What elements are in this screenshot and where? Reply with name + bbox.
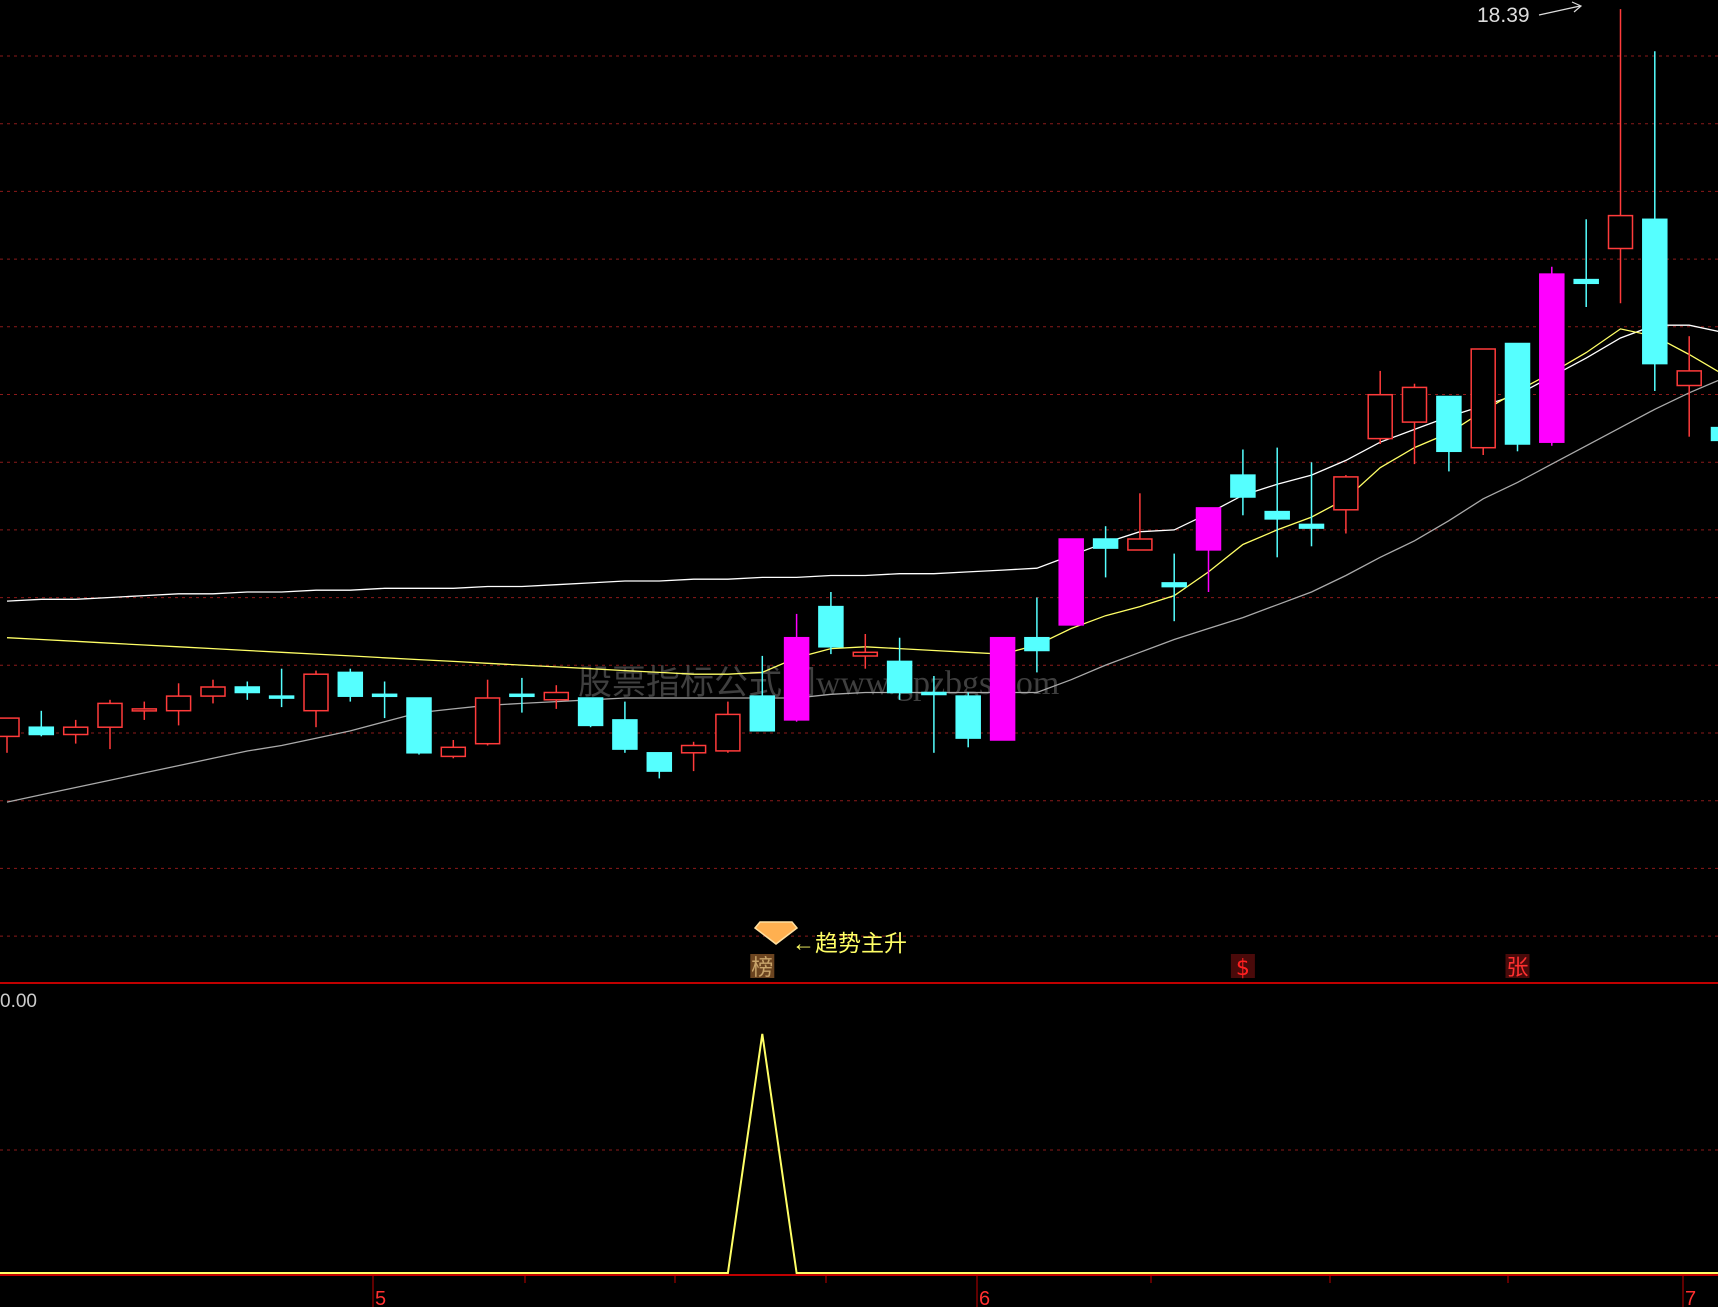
marker-label: 榜 [751,956,773,981]
candle-body [1573,278,1599,285]
candle [406,697,432,755]
candle-body [474,697,501,745]
candle-body [337,671,364,697]
candle-body [268,695,295,699]
candle-body [28,726,55,736]
watermark: 股票指标公式网www.gpzbgs.com [578,664,1059,702]
candle-body [680,744,707,754]
candle-body [543,691,570,701]
candle-body [1127,538,1153,551]
candle-body [200,686,226,697]
candle [1539,266,1565,446]
candle [337,668,364,702]
candle-body [783,636,810,721]
candle-body [1401,386,1428,423]
candle-body [406,697,432,754]
candle-body [1607,214,1634,250]
candle-body [1642,218,1668,365]
candle-body [955,695,981,739]
candle-body [62,726,89,736]
candle-body [1024,636,1050,652]
candle-body [509,693,535,698]
candle-body [1264,510,1290,520]
candle-body [131,708,158,712]
candle-body [1161,582,1187,588]
candle-body [1333,476,1359,511]
candle-body [1436,395,1462,453]
candle-body [886,660,913,694]
candle [1058,538,1084,626]
month-label-6: 6 [979,1288,990,1307]
indicator-value-label: 0.00 [0,991,37,1012]
candle-body [1298,523,1325,529]
annotation-text: ←趋势主升 [792,930,907,956]
candle-body [1092,538,1119,549]
stock-chart: 股票指标公式网www.gpzbgs.com 榜 $ 张 ←趋势主升 18.39 0.… [0,0,1718,1307]
candle-body [989,636,1016,741]
marker-label: $ [1236,956,1250,981]
signal-marker: $ [1230,954,1255,981]
candle-body [1676,370,1702,387]
candle-body [0,717,20,738]
candle-body [165,695,192,712]
candle-body [1367,393,1393,440]
candle [1504,342,1531,452]
signal-marker: 张 [1505,954,1530,981]
candle-body [1539,273,1565,443]
candle-body [921,691,947,696]
month-label-5: 5 [375,1288,386,1307]
candle-body [1195,507,1222,551]
candle-body [646,752,673,772]
month-label-7: 7 [1685,1288,1696,1307]
candle-body [234,686,261,694]
candle-body [818,605,844,648]
candle-body [371,693,398,698]
candle-body [1504,342,1531,445]
candle-body [1710,426,1718,442]
candle-body [303,673,329,712]
candle-body [1470,348,1496,449]
candle-body [1058,538,1084,626]
candle-body [852,651,879,657]
candle-body [440,746,467,758]
candle-body [97,702,123,728]
candle-body [1230,474,1256,498]
candle [989,636,1016,741]
peak-price-text: 18.39 [1477,4,1530,27]
candle-body [749,695,776,732]
candle [577,697,604,728]
candle-body [612,719,638,750]
candle-body [715,713,741,752]
candle [1470,348,1496,455]
candle-body [577,697,604,727]
signal-marker: 榜 [750,954,775,981]
marker-label: 张 [1506,956,1528,981]
